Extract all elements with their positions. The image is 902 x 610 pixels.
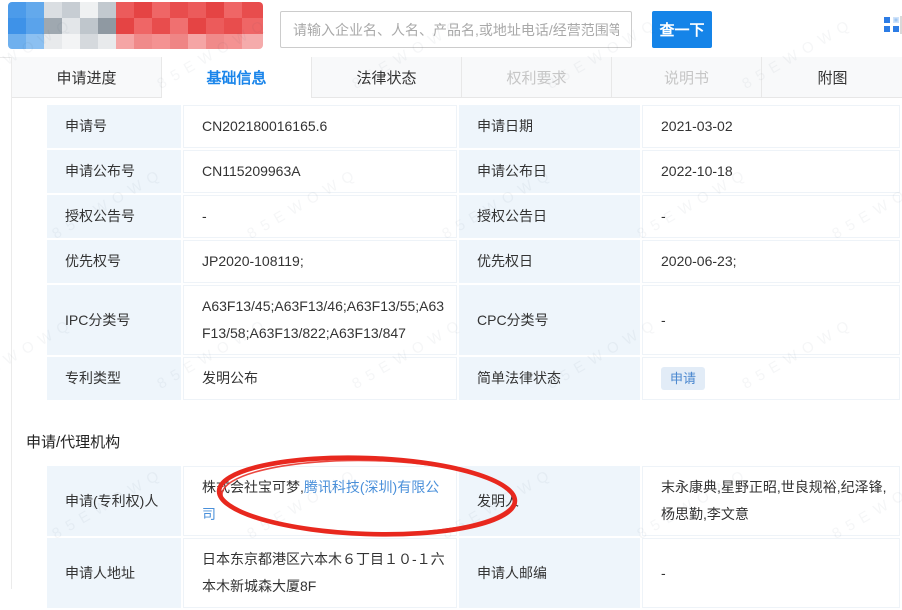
tab-description: 说明书 (612, 57, 762, 97)
field-label: 申请人邮编 (459, 538, 640, 608)
field-value: - (642, 285, 900, 355)
field-value: 2021-03-02 (642, 105, 900, 148)
table-row: 申请公布号 CN115209963A 申请公布日 2022-10-18 (47, 150, 900, 193)
field-value: CN115209963A (183, 150, 457, 193)
section-title-applicant-agency: 申请/代理机构 (26, 431, 120, 452)
field-label: 申请公布日 (459, 150, 640, 193)
applicant-table: 申请(专利权)人 株式会社宝可梦,腾讯科技(深圳)有限公司 发明人 末永康典,星… (45, 464, 902, 610)
field-value: 2020-06-23; (642, 240, 900, 283)
field-label: 申请号 (47, 105, 181, 148)
site-header: 查一下 (0, 0, 902, 58)
field-value-ipc: A63F13/45;A63F13/46;A63F13/55;A63F13/58;… (183, 285, 457, 355)
tab-claims: 权利要求 (462, 57, 612, 97)
field-label: 优先权号 (47, 240, 181, 283)
basic-info-content: 申请号 CN202180016165.6 申请日期 2021-03-02 申请公… (12, 98, 902, 589)
site-logo-redacted (8, 2, 263, 49)
tab-bar: 申请进度基础信息法律状态权利要求说明书附图 (12, 57, 902, 98)
field-label: 申请日期 (459, 105, 640, 148)
field-label: 优先权日 (459, 240, 640, 283)
logo-pixelation-graphic (8, 2, 263, 49)
patent-detail-panel: 申请进度基础信息法律状态权利要求说明书附图 申请号 CN202180016165… (11, 57, 902, 589)
field-label: 授权公告日 (459, 195, 640, 238)
table-row: 申请号 CN202180016165.6 申请日期 2021-03-02 (47, 105, 900, 148)
field-label: 申请(专利权)人 (47, 466, 181, 536)
search-input[interactable] (280, 11, 632, 48)
tab-figures[interactable]: 附图 (762, 57, 902, 97)
field-label: 简单法律状态 (459, 357, 640, 400)
field-value: 发明公布 (183, 357, 457, 400)
applicant-name-plain: 株式会社宝可梦, (202, 479, 304, 495)
legal-status-badge: 申请 (661, 367, 705, 390)
field-value: 申请 (642, 357, 900, 400)
field-value-applicants: 株式会社宝可梦,腾讯科技(深圳)有限公司 (183, 466, 457, 536)
field-value: 2022-10-18 (642, 150, 900, 193)
field-label: 发明人 (459, 466, 640, 536)
tab-basic-info[interactable]: 基础信息 (162, 57, 312, 98)
field-value-address: 日本东京都港区六本木６丁目１０-１六本木新城森大厦8F (183, 538, 457, 608)
field-value: - (642, 538, 900, 608)
table-row: 专利类型 发明公布 简单法律状态 申请 (47, 357, 900, 400)
field-label: 授权公告号 (47, 195, 181, 238)
basic-info-table: 申请号 CN202180016165.6 申请日期 2021-03-02 申请公… (45, 103, 902, 402)
field-label: 申请公布号 (47, 150, 181, 193)
field-label: IPC分类号 (47, 285, 181, 355)
field-label: 申请人地址 (47, 538, 181, 608)
table-row: 申请(专利权)人 株式会社宝可梦,腾讯科技(深圳)有限公司 发明人 末永康典,星… (47, 466, 900, 536)
field-value-inventors: 末永康典,星野正昭,世良规裕,纪泽锋,杨思勤,李文意 (642, 466, 900, 536)
search-button[interactable]: 查一下 (652, 11, 712, 48)
table-row: IPC分类号 A63F13/45;A63F13/46;A63F13/55;A63… (47, 285, 900, 355)
field-value: - (183, 195, 457, 238)
table-row: 申请人地址 日本东京都港区六本木６丁目１０-１六本木新城森大厦8F 申请人邮编 … (47, 538, 900, 608)
tab-application-progress[interactable]: 申请进度 (12, 57, 162, 97)
table-row: 优先权号 JP2020-108119; 优先权日 2020-06-23; (47, 240, 900, 283)
field-value: - (642, 195, 900, 238)
field-label: CPC分类号 (459, 285, 640, 355)
field-label: 专利类型 (47, 357, 181, 400)
table-row: 授权公告号 - 授权公告日 - (47, 195, 900, 238)
field-value: CN202180016165.6 (183, 105, 457, 148)
apps-grid-icon[interactable] (884, 17, 899, 32)
tab-legal-status[interactable]: 法律状态 (312, 57, 462, 97)
field-value: JP2020-108119; (183, 240, 457, 283)
